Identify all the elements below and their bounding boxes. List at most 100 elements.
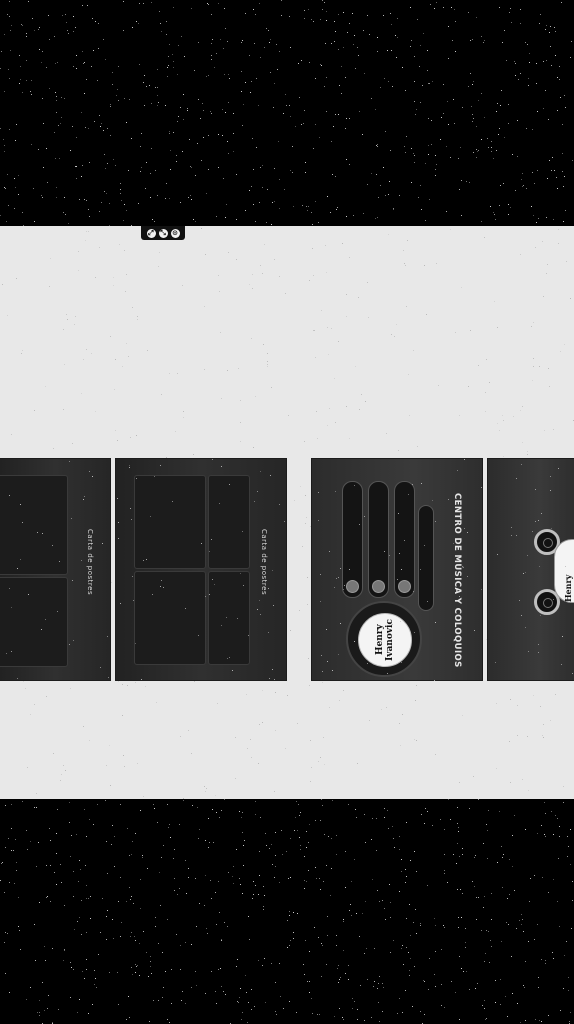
noise-speck: [562, 171, 563, 172]
noise-speck: [240, 573, 241, 574]
noise-speck: [128, 356, 129, 357]
noise-speck: [435, 951, 436, 952]
page-partial[interactable]: Henry Ivanovic: [488, 459, 574, 680]
noise-speck: [95, 978, 96, 979]
noise-speck: [493, 212, 494, 213]
noise-speck: [128, 170, 129, 171]
noise-speck: [272, 864, 273, 865]
noise-speck: [318, 520, 319, 521]
noise-speck: [454, 123, 455, 124]
noise-speck: [229, 657, 230, 658]
noise-speck: [383, 167, 384, 168]
shrink-icon[interactable]: ⤡: [158, 228, 168, 238]
noise-speck: [315, 357, 316, 358]
noise-speck: [464, 459, 465, 460]
noise-speck: [236, 849, 237, 850]
gallery-viewer[interactable]: ⤢ ⤡ ⊙ Carta de postres Carta de postres …: [0, 226, 574, 799]
noise-speck: [216, 216, 217, 217]
noise-speck: [292, 172, 293, 173]
noise-speck: [160, 465, 161, 466]
noise-speck: [550, 490, 551, 491]
noise-speck: [248, 916, 249, 917]
close-icon[interactable]: ⊙: [170, 228, 180, 238]
noise-speck: [345, 973, 346, 974]
noise-speck: [287, 947, 288, 948]
noise-speck: [476, 897, 477, 898]
noise-speck: [319, 137, 320, 138]
noise-speck: [571, 41, 572, 42]
noise-speck: [171, 1003, 172, 1004]
noise-speck: [290, 838, 291, 839]
noise-speck: [310, 740, 311, 741]
noise-speck: [299, 815, 300, 816]
noise-speck: [45, 386, 46, 387]
noise-speck: [32, 18, 33, 19]
noise-speck: [255, 885, 256, 886]
noise-speck: [461, 180, 462, 181]
noise-speck: [399, 891, 400, 892]
noise-speck: [123, 30, 124, 31]
noise-speck: [195, 175, 196, 176]
noise-speck: [262, 165, 263, 166]
noise-speck: [496, 703, 497, 704]
noise-speck: [307, 604, 308, 605]
noise-speck: [309, 951, 310, 952]
noise-speck: [390, 653, 391, 654]
noise-speck: [384, 808, 385, 809]
noise-speck: [420, 925, 421, 926]
noise-speck: [377, 890, 378, 891]
noise-speck: [243, 585, 244, 586]
noise-speck: [435, 155, 436, 156]
noise-speck: [522, 186, 523, 187]
noise-speck: [555, 31, 556, 32]
noise-speck: [142, 857, 143, 858]
noise-speck: [497, 423, 498, 424]
noise-speck: [430, 4, 431, 5]
noise-speck: [64, 905, 65, 906]
noise-speck: [328, 836, 329, 837]
noise-speck: [214, 67, 215, 68]
noise-speck: [241, 71, 242, 72]
noise-speck: [557, 77, 558, 78]
noise-speck: [338, 14, 339, 15]
expand-icon[interactable]: ⤢: [146, 228, 156, 238]
noise-speck: [477, 151, 478, 152]
noise-speck: [545, 963, 546, 964]
noise-speck: [145, 686, 146, 687]
noise-speck: [149, 85, 150, 86]
page-music-center[interactable]: Henry Ivanovic CENTRO DE MÚSICA Y COLOQU…: [312, 459, 482, 680]
noise-speck: [552, 157, 553, 158]
noise-speck: [157, 195, 158, 196]
noise-speck: [478, 150, 479, 151]
noise-speck: [71, 518, 72, 519]
noise-speck: [472, 881, 473, 882]
noise-speck: [364, 1020, 365, 1021]
noise-speck: [76, 178, 77, 179]
noise-speck: [495, 219, 496, 220]
noise-speck: [45, 960, 46, 961]
noise-speck: [5, 188, 6, 189]
noise-speck: [89, 740, 90, 741]
noise-speck: [388, 81, 389, 82]
noise-speck: [253, 169, 254, 170]
noise-speck: [538, 520, 539, 521]
noise-speck: [402, 67, 403, 68]
noise-speck: [392, 86, 393, 87]
noise-speck: [508, 924, 509, 925]
noise-speck: [167, 67, 168, 68]
noise-speck: [393, 208, 394, 209]
noise-speck: [61, 882, 62, 883]
noise-speck: [306, 831, 307, 832]
page-menu-right[interactable]: Carta de postres: [116, 459, 286, 680]
noise-speck: [266, 845, 267, 846]
noise-speck: [343, 12, 344, 13]
noise-speck: [349, 438, 350, 439]
noise-speck: [166, 21, 167, 22]
page-menu-left[interactable]: Carta de postres: [0, 459, 110, 680]
noise-speck: [304, 888, 305, 889]
noise-speck: [572, 900, 573, 901]
noise-speck: [86, 959, 87, 960]
noise-speck: [473, 152, 474, 153]
noise-speck: [472, 114, 473, 115]
noise-speck: [559, 836, 560, 837]
